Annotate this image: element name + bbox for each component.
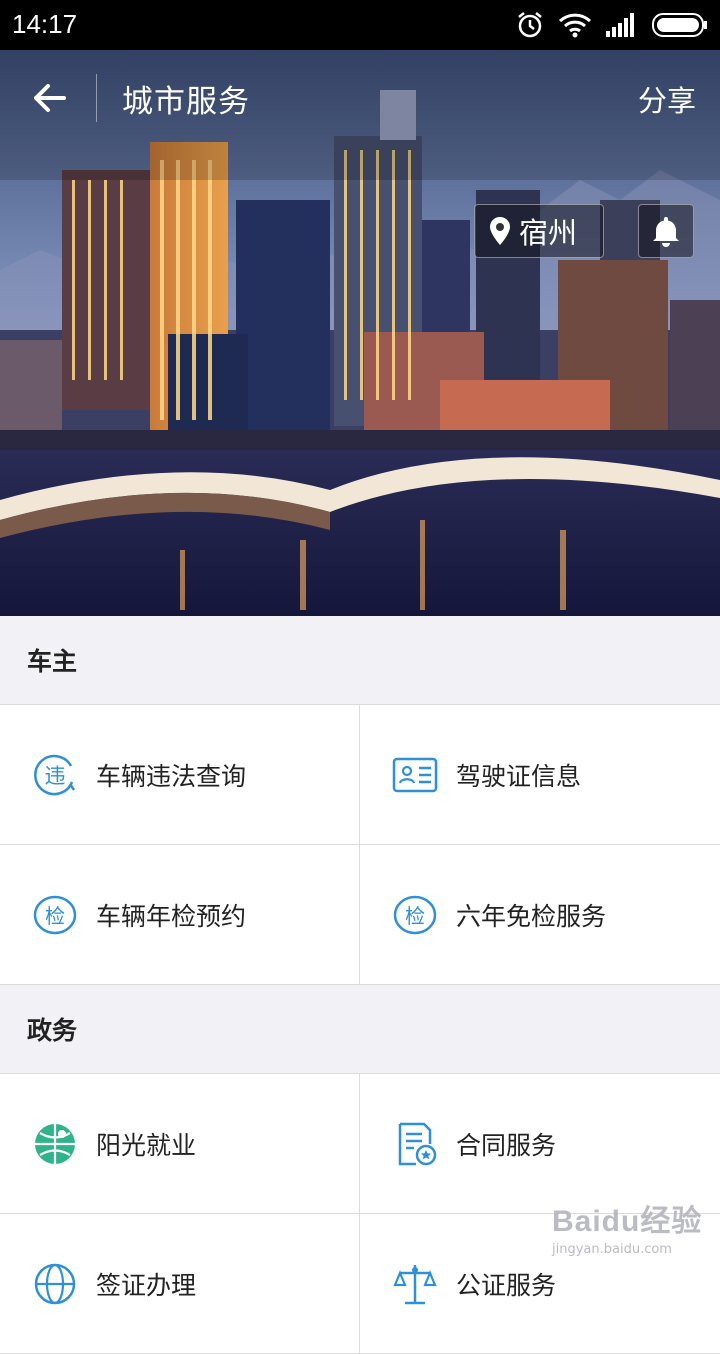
notification-button[interactable]	[638, 204, 694, 258]
visa-icon	[32, 1261, 78, 1307]
service-six-year-exemption[interactable]: 检 六年免检服务	[360, 845, 720, 985]
service-visa[interactable]: 签证办理	[0, 1214, 360, 1354]
signal-icon	[606, 13, 634, 37]
service-label: 驾驶证信息	[456, 761, 582, 791]
svg-text:检: 检	[405, 904, 425, 928]
city-name: 宿州	[519, 216, 578, 250]
section-title-government: 政务	[0, 985, 720, 1073]
nav-divider	[96, 74, 97, 122]
service-label: 六年免检服务	[456, 901, 607, 931]
service-label: 车辆年检预约	[96, 901, 247, 931]
service-contract[interactable]: 合同服务	[360, 1074, 720, 1214]
service-driver-license[interactable]: 驾驶证信息	[360, 705, 720, 845]
bell-icon	[653, 217, 679, 247]
violation-icon: 违	[32, 752, 78, 798]
globe-icon	[32, 1121, 78, 1167]
service-label: 合同服务	[456, 1130, 557, 1160]
share-button[interactable]: 分享	[638, 78, 696, 120]
service-sunshine-employment[interactable]: 阳光就业	[0, 1074, 360, 1214]
battery-icon	[652, 13, 707, 37]
section-title-car-owner: 车主	[0, 616, 720, 704]
alarm-icon	[518, 12, 542, 38]
service-label: 公证服务	[456, 1270, 557, 1300]
status-time: 14:17	[12, 9, 78, 39]
license-icon	[392, 752, 438, 798]
baidu-watermark: Baidu经验 jingyan.baidu.com	[552, 1196, 712, 1268]
top-nav-bar: 城市服务 分享	[0, 50, 720, 146]
inspection-icon: 检	[32, 892, 78, 938]
service-annual-inspection[interactable]: 检 车辆年检预约	[0, 845, 360, 985]
svg-text:违: 违	[45, 764, 66, 788]
page-title: 城市服务	[122, 84, 250, 120]
back-arrow-icon	[34, 84, 66, 112]
svg-text:检: 检	[45, 904, 65, 928]
watermark-brand: Baidu经验	[552, 1205, 703, 1238]
service-label: 阳光就业	[96, 1130, 197, 1160]
inspection-icon: 检	[392, 892, 438, 938]
service-label: 签证办理	[96, 1270, 197, 1300]
back-button[interactable]	[24, 70, 74, 126]
status-bar: 14:17	[0, 0, 720, 50]
contract-icon	[392, 1121, 438, 1167]
location-pin-icon	[490, 217, 510, 245]
car-owner-grid: 违 车辆违法查询 驾驶证信息 检 车辆年检预约 检 六年免检服务	[0, 704, 720, 985]
service-label: 车辆违法查询	[96, 761, 247, 791]
service-violation-query[interactable]: 违 车辆违法查询	[0, 705, 360, 845]
city-selector-button[interactable]: 宿州	[474, 204, 604, 258]
notary-icon	[392, 1261, 438, 1307]
watermark-url: jingyan.baidu.com	[552, 1242, 672, 1257]
wifi-icon	[558, 13, 592, 38]
